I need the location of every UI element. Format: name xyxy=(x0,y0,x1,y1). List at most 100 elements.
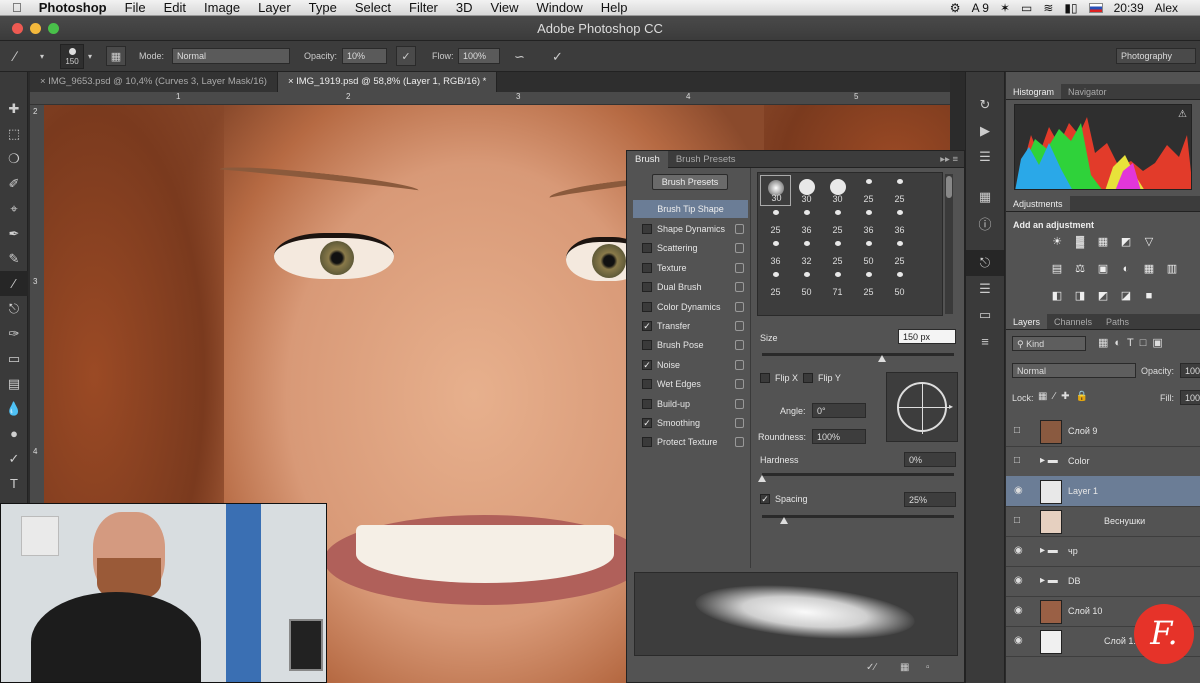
brush-tip[interactable]: 30 xyxy=(822,175,853,206)
menu-edit[interactable]: Edit xyxy=(155,0,195,16)
size-input[interactable]: 150 px xyxy=(898,329,956,344)
tool-preset-dropdown-icon[interactable]: ▾ xyxy=(40,52,44,61)
size-slider-thumb[interactable] xyxy=(878,355,886,362)
history-brush-tool-icon[interactable]: ✑ xyxy=(0,321,28,346)
actions-play-icon[interactable]: ▶ xyxy=(966,118,1004,144)
lock-icon[interactable] xyxy=(735,321,744,331)
brush-tip[interactable]: 30 xyxy=(760,175,791,206)
eye-icon[interactable]: ◉ xyxy=(1014,486,1028,496)
brush-option-checkbox[interactable]: ✓ xyxy=(642,321,652,331)
eye-icon[interactable]: ◉ xyxy=(1014,546,1028,556)
lock-icon[interactable] xyxy=(735,379,744,390)
clone-stamp-tool-icon[interactable]: ⎋ xyxy=(0,296,28,321)
invert-icon[interactable]: ◧ xyxy=(1050,290,1064,302)
zoom-window-button[interactable] xyxy=(48,23,59,34)
brightness-icon[interactable]: ☀ xyxy=(1050,236,1064,248)
brush-tip-shape-item[interactable]: Brush Tip Shape xyxy=(633,200,748,218)
brush-panel-icon[interactable]: ⎋ xyxy=(966,250,1004,276)
brush-picker-arrow-icon[interactable]: ▾ xyxy=(88,52,92,61)
angle-input[interactable]: 0° xyxy=(812,403,866,418)
brush-tip[interactable]: 50 xyxy=(884,268,915,299)
clock[interactable]: 20:39 xyxy=(1114,1,1144,15)
layer-row[interactable]: ◉ ▸ ▬ чр xyxy=(1006,536,1200,567)
visibility-off-icon[interactable]: □ xyxy=(1014,426,1028,436)
menu-3d[interactable]: 3D xyxy=(447,0,482,16)
tab-histogram[interactable]: Histogram xyxy=(1006,84,1062,99)
layer-row[interactable]: ◉ Layer 1 xyxy=(1006,476,1200,507)
pen-tool-icon[interactable]: ✓ xyxy=(0,446,28,471)
brush-option-row[interactable]: Protect Texture xyxy=(640,433,748,452)
brush-tip[interactable]: 25 xyxy=(760,206,791,237)
grid-view-icon[interactable]: ▦ xyxy=(900,662,909,673)
brush-option-checkbox[interactable] xyxy=(642,340,652,351)
angle-roundness-widget[interactable]: ▸ xyxy=(886,372,958,442)
battery-icon[interactable]: ▮▯ xyxy=(1064,1,1077,15)
brush-option-checkbox[interactable] xyxy=(642,282,652,293)
visibility-off-icon[interactable]: □ xyxy=(1014,456,1028,466)
brush-option-row[interactable]: Shape Dynamics xyxy=(640,220,748,239)
adjustments-sliders-icon[interactable]: ☰ xyxy=(966,276,1004,302)
tab-navigator[interactable]: Navigator xyxy=(1061,84,1114,99)
eye-icon[interactable]: ◉ xyxy=(1014,636,1028,646)
angle-arrow-icon[interactable]: ▸ xyxy=(949,402,953,411)
brush-option-row[interactable]: Color Dynamics xyxy=(640,298,748,317)
menu-filter[interactable]: Filter xyxy=(400,0,447,16)
menu-image[interactable]: Image xyxy=(195,0,249,16)
flip-y-box[interactable] xyxy=(803,373,813,383)
folder-icon[interactable]: ▸ ▬ xyxy=(1040,545,1058,556)
brush-option-row[interactable]: Dual Brush xyxy=(640,278,748,297)
move-tool-icon[interactable]: ✚ xyxy=(0,96,28,121)
quick-selection-tool-icon[interactable]: ✐ xyxy=(0,171,28,196)
lock-icon[interactable] xyxy=(735,359,744,370)
roundness-input[interactable]: 100% xyxy=(812,429,866,444)
warning-icon[interactable]: ⚠ xyxy=(1178,109,1187,120)
hardness-input[interactable]: 0% xyxy=(904,452,956,467)
tip-grid-scroll-thumb[interactable] xyxy=(946,176,952,198)
brush-option-row[interactable]: ✓ Transfer xyxy=(640,317,748,336)
levels-icon[interactable]: ▓ xyxy=(1073,236,1087,248)
lock-icon[interactable] xyxy=(735,243,744,254)
brush-tip[interactable]: 36 xyxy=(884,206,915,237)
lock-icon[interactable] xyxy=(735,398,744,409)
flip-y-checkbox[interactable]: Flip Y xyxy=(801,369,861,388)
brush-tip[interactable]: 36 xyxy=(760,237,791,268)
pressure-size-icon[interactable]: ✓ xyxy=(552,49,563,65)
spacing-slider-thumb[interactable] xyxy=(780,517,788,524)
brush-tip-grid[interactable]: 30 30 30 25 25 25 36 25 36 36 36 32 25 50 25 25 50 71 25 50 xyxy=(757,172,943,316)
fill-input[interactable]: 100 xyxy=(1180,390,1200,405)
color-lookup-icon[interactable]: ▥ xyxy=(1165,263,1179,275)
hue-saturation-icon[interactable]: ▤ xyxy=(1050,263,1064,275)
brush-tip[interactable]: 25 xyxy=(822,206,853,237)
brush-option-checkbox[interactable] xyxy=(642,224,652,234)
brush-option-row[interactable]: Build-up xyxy=(640,395,748,414)
menu-help[interactable]: Help xyxy=(592,0,637,16)
lock-icon[interactable] xyxy=(735,418,744,428)
crop-tool-icon[interactable]: ⌖ xyxy=(0,196,28,221)
brush-option-row[interactable]: ✓ Smoothing xyxy=(640,414,748,433)
brush-tip[interactable]: 25 xyxy=(884,237,915,268)
brush-tip[interactable]: 25 xyxy=(822,237,853,268)
tool-presets-icon[interactable]: ≡ xyxy=(966,328,1004,354)
minimize-window-button[interactable] xyxy=(30,23,41,34)
swatches-icon[interactable]: ▦ xyxy=(966,184,1004,210)
brush-option-row[interactable]: ✓ Noise xyxy=(640,356,748,375)
brush-tip[interactable]: 50 xyxy=(853,237,884,268)
eye-icon[interactable]: ◉ xyxy=(1014,606,1028,616)
folder-icon[interactable]: ▸ ▬ xyxy=(1040,455,1058,466)
mode-select[interactable]: Normal xyxy=(172,48,290,64)
brush-option-row[interactable]: Brush Pose xyxy=(640,336,748,355)
panel-menu-icon[interactable]: ▸▸ ≡ xyxy=(940,154,964,165)
menu-app-name[interactable]: Photoshop xyxy=(30,0,116,16)
brush-tip[interactable]: 25 xyxy=(884,175,915,206)
brush-option-checkbox[interactable]: ✓ xyxy=(642,418,652,428)
blur-tool-icon[interactable]: 💧 xyxy=(0,396,28,421)
color-balance-icon[interactable]: ⚖ xyxy=(1073,263,1087,275)
brush-tip[interactable]: 25 xyxy=(853,175,884,206)
workspace-select[interactable]: Photography xyxy=(1116,48,1196,64)
bluetooth-icon[interactable]: ✶ xyxy=(1000,1,1010,15)
threshold-icon[interactable]: ◩ xyxy=(1096,290,1110,302)
photo-filter-icon[interactable]: ◐ xyxy=(1119,263,1133,275)
eyedropper-tool-icon[interactable]: ✒ xyxy=(0,221,28,246)
tab-paths[interactable]: Paths xyxy=(1099,314,1136,329)
dodge-tool-icon[interactable]: ● xyxy=(0,421,28,446)
